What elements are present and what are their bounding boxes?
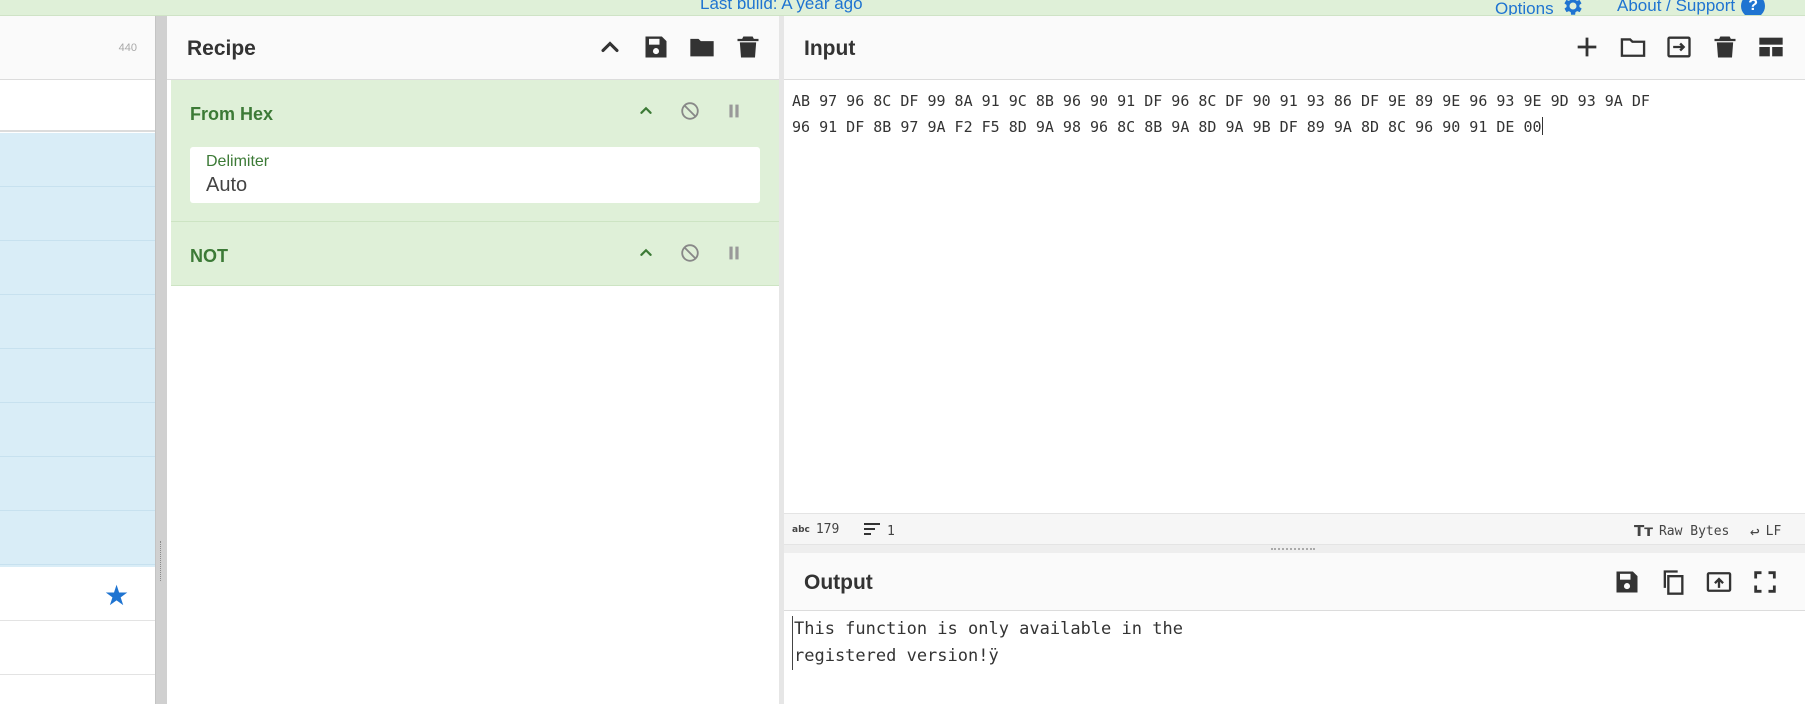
recipe-title: Recipe <box>187 37 256 60</box>
text-size-icon: Tт <box>1634 522 1653 540</box>
gear-icon <box>1560 0 1584 15</box>
open-file-icon[interactable] <box>1664 32 1694 62</box>
input-content: AB 97 96 8C DF 99 8A 91 9C 8B 96 90 91 D… <box>792 92 1650 136</box>
delimiter-value[interactable]: Auto <box>206 174 247 197</box>
disable-icon[interactable] <box>675 238 705 268</box>
favourites-category[interactable]: ★ <box>0 567 155 621</box>
operations-search-input[interactable] <box>0 80 155 132</box>
splitter-grip[interactable] <box>1271 548 1315 550</box>
output-controls <box>1612 567 1780 597</box>
delimiter-label: Delimiter <box>206 153 270 170</box>
help-icon: ? <box>1741 0 1766 15</box>
line-count-value: 1 <box>887 523 895 539</box>
output-textarea[interactable]: This function is only available in the r… <box>792 616 1792 670</box>
output-header: Output <box>784 553 1805 611</box>
char-count: abc 179 <box>792 522 839 537</box>
list-item[interactable] <box>0 403 155 457</box>
category-item[interactable] <box>0 621 155 675</box>
panel-splitter[interactable] <box>155 16 167 704</box>
op-controls <box>631 96 749 126</box>
chevron-up-icon[interactable] <box>595 32 625 62</box>
input-status-bar: abc 179 1 Tт Raw Bytes ↩ LF <box>784 513 1805 545</box>
operations-count: 440 <box>118 42 137 54</box>
eol-selector[interactable]: ↩ LF <box>1750 522 1781 541</box>
op-controls <box>631 238 749 268</box>
recipe-op-not[interactable]: NOT <box>171 222 779 286</box>
list-item[interactable] <box>0 241 155 295</box>
operations-header: 440 <box>0 16 155 80</box>
folder-icon[interactable] <box>687 32 717 62</box>
delimiter-field[interactable]: Delimiter Auto <box>190 147 760 203</box>
trash-icon[interactable] <box>1710 32 1740 62</box>
maximise-icon[interactable] <box>1750 567 1780 597</box>
operations-panel: 440 ★ <box>0 16 155 704</box>
about-support-link[interactable]: About / Support ? <box>1617 0 1766 15</box>
options-label: Options <box>1495 0 1554 16</box>
io-splitter[interactable] <box>784 545 1805 553</box>
pause-icon[interactable] <box>719 96 749 126</box>
list-item[interactable] <box>0 133 155 187</box>
recipe-panel: Recipe From Hex Delimiter Auto NOT <box>167 16 779 704</box>
char-count-value: 179 <box>815 522 840 537</box>
cyberchef-app: Last build: A year ago Options About / S… <box>0 0 1805 704</box>
save-icon[interactable] <box>1612 567 1642 597</box>
save-icon[interactable] <box>641 32 671 62</box>
list-item[interactable] <box>0 511 155 565</box>
op-name: From Hex <box>190 104 274 124</box>
list-item[interactable] <box>0 187 155 241</box>
copy-icon[interactable] <box>1658 567 1688 597</box>
abc-icon: abc <box>792 524 810 535</box>
recipe-header: Recipe <box>167 16 779 80</box>
op-name: NOT <box>190 246 228 266</box>
about-label: About / Support <box>1617 0 1736 15</box>
input-controls <box>1572 32 1786 62</box>
list-item[interactable] <box>0 349 155 403</box>
star-icon: ★ <box>104 580 130 611</box>
layout-icon[interactable] <box>1756 32 1786 62</box>
list-item[interactable] <box>0 457 155 511</box>
trash-icon[interactable] <box>733 32 763 62</box>
list-item[interactable] <box>0 295 155 349</box>
pause-icon[interactable] <box>719 238 749 268</box>
plus-icon[interactable] <box>1572 32 1602 62</box>
open-folder-icon[interactable] <box>1618 32 1648 62</box>
disable-icon[interactable] <box>675 96 705 126</box>
line-count: 1 <box>863 522 895 540</box>
input-title: Input <box>804 37 856 60</box>
chevron-up-icon[interactable] <box>631 96 661 126</box>
input-header: Input <box>784 16 1805 80</box>
input-textarea[interactable]: AB 97 96 8C DF 99 8A 91 9C 8B 96 90 91 D… <box>792 88 1802 140</box>
chevron-up-icon[interactable] <box>631 238 661 268</box>
lines-icon <box>863 522 881 540</box>
options-link[interactable]: Options <box>1495 0 1584 16</box>
io-panel: Input AB 97 96 8C DF 99 8A 91 9C 8B 96 9… <box>784 16 1805 704</box>
encoding-selector[interactable]: Tт Raw Bytes <box>1634 522 1729 540</box>
return-icon: ↩ <box>1750 522 1760 541</box>
last-build-text: Last build: A year ago <box>700 0 863 13</box>
recipe-op-from-hex[interactable]: From Hex Delimiter Auto <box>171 80 779 222</box>
encoding-value: Raw Bytes <box>1658 523 1730 539</box>
replace-input-icon[interactable] <box>1704 567 1734 597</box>
eol-value: LF <box>1765 524 1782 539</box>
splitter-grip[interactable] <box>160 541 163 581</box>
output-title: Output <box>804 571 873 594</box>
recipe-controls <box>595 32 763 62</box>
text-caret <box>1541 117 1543 135</box>
top-banner: Last build: A year ago Options About / S… <box>0 0 1805 16</box>
operations-list <box>0 133 155 567</box>
